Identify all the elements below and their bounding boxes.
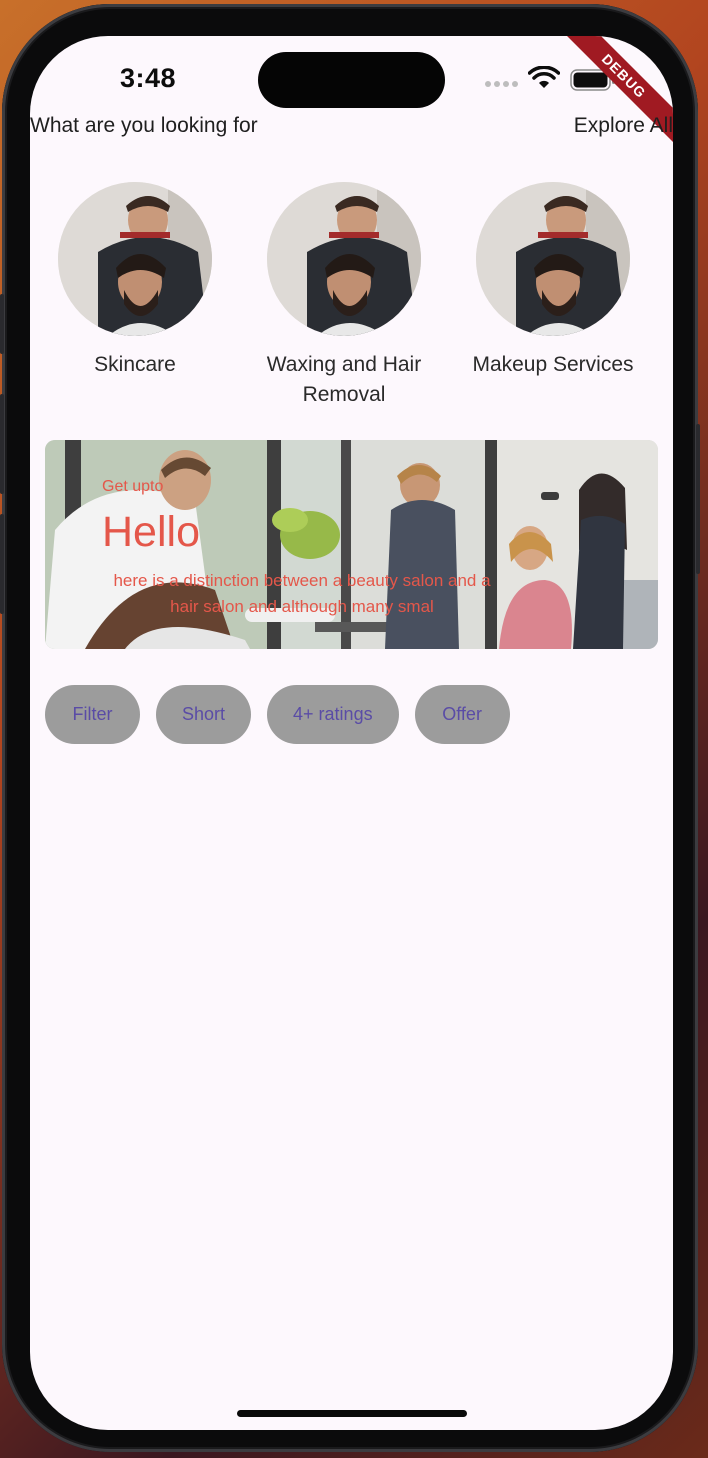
offer-chip[interactable]: Offer xyxy=(414,685,510,744)
power-button xyxy=(696,424,700,574)
volume-down-button xyxy=(0,514,4,614)
app-screen: 3:48 DEBUG What are you looking for Expl… xyxy=(30,36,673,1430)
category-item-makeup[interactable]: Makeup Services xyxy=(448,182,658,380)
mute-switch xyxy=(0,294,4,354)
category-item-skincare[interactable]: Skincare xyxy=(30,182,240,380)
dynamic-island xyxy=(258,52,445,108)
category-label: Makeup Services xyxy=(472,353,634,376)
category-label: Waxing and Hair Removal xyxy=(266,353,422,406)
short-chip[interactable]: Short xyxy=(156,685,252,744)
phone-frame: 3:48 DEBUG What are you looking for Expl… xyxy=(0,4,700,1452)
category-item-waxing[interactable]: Waxing and Hair Removal xyxy=(239,182,449,410)
volume-up-button xyxy=(0,394,4,494)
filter-chip-row: Filter Short 4+ ratings Offer xyxy=(45,685,510,744)
category-image xyxy=(267,182,421,336)
category-label: Skincare xyxy=(94,353,176,376)
banner-title: Hello xyxy=(102,508,200,556)
section-title: What are you looking for xyxy=(30,114,258,137)
status-time: 3:48 xyxy=(120,63,177,93)
cellular-signal-icon xyxy=(485,81,518,87)
category-image xyxy=(476,182,630,336)
promo-banner[interactable]: Get upto Hello here is a distinction bet… xyxy=(45,440,658,649)
section-header: What are you looking for Explore All xyxy=(30,114,673,142)
ratings-chip[interactable]: 4+ ratings xyxy=(267,685,399,744)
explore-all-link[interactable]: Explore All xyxy=(574,114,673,138)
wifi-icon xyxy=(528,66,560,88)
banner-subtitle: Get upto xyxy=(102,478,164,495)
filter-chip[interactable]: Filter xyxy=(45,685,140,744)
category-image xyxy=(58,182,212,336)
home-indicator[interactable] xyxy=(237,1410,467,1417)
banner-description: here is a distinction between a beauty s… xyxy=(113,571,491,616)
